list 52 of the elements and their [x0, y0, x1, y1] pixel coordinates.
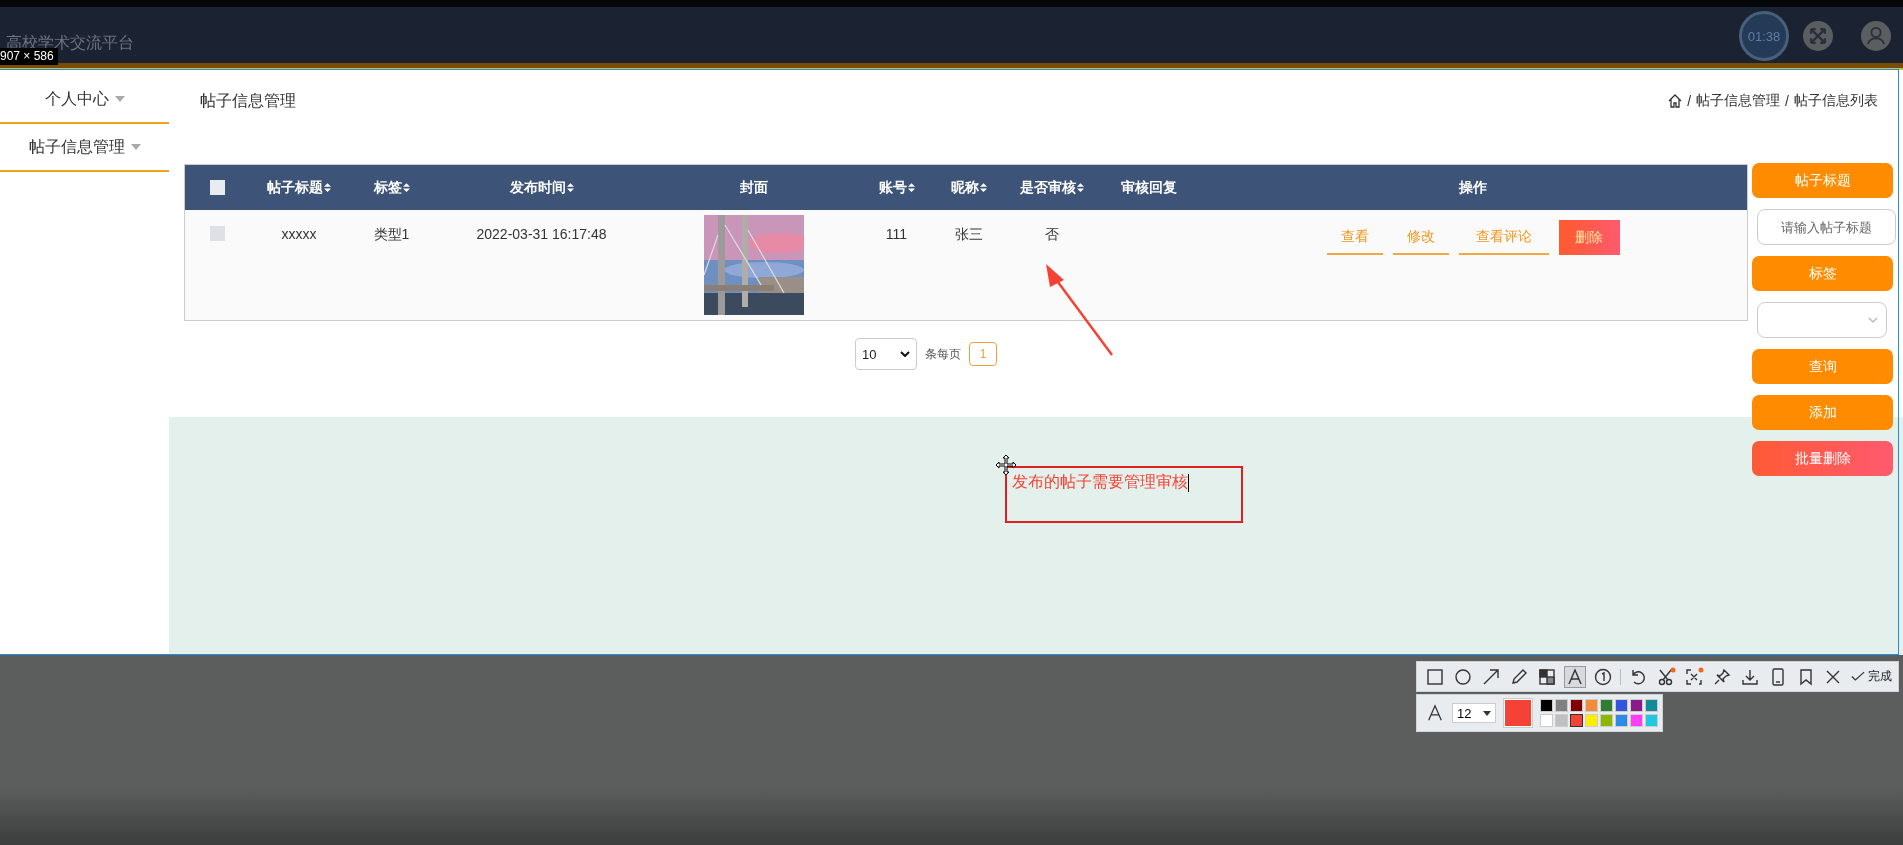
column-header[interactable]: 标签: [373, 178, 402, 197]
sidebar-item[interactable]: 个人中心: [0, 76, 169, 124]
font-icon: [1426, 703, 1444, 723]
move-cursor-icon: [995, 454, 1017, 476]
font-size-select[interactable]: 12: [1452, 703, 1496, 723]
home-icon[interactable]: [1668, 94, 1683, 108]
sidebar-item[interactable]: 帖子信息管理: [0, 124, 169, 172]
sort-icon[interactable]: [907, 183, 915, 192]
dropdown-arrow-icon: [1483, 710, 1491, 716]
column-header[interactable]: 是否审核: [1019, 178, 1076, 197]
column-header[interactable]: 账号: [878, 178, 907, 197]
user-avatar-icon[interactable]: [1861, 21, 1891, 51]
caret-icon: [130, 144, 141, 150]
done-button[interactable]: 完成: [1849, 668, 1894, 685]
timer-badge: 01:38: [1739, 11, 1789, 61]
table-cell: xxxxx: [281, 226, 317, 242]
sort-icon[interactable]: [980, 183, 987, 192]
field-label: 标签: [1752, 256, 1893, 291]
sort-icon[interactable]: [402, 183, 410, 192]
per-page-label: 条每页: [925, 345, 961, 363]
column-header: 操作: [1459, 178, 1487, 197]
table-cell: 张三: [955, 226, 983, 244]
page-size-select[interactable]: 10: [855, 338, 917, 370]
field-label: 帖子标题: [1752, 163, 1893, 198]
caret-icon: [114, 96, 125, 102]
breadcrumb-link[interactable]: 帖子信息管理: [1696, 92, 1781, 110]
table-cell: 111: [885, 226, 908, 242]
sort-icon[interactable]: [566, 183, 574, 192]
text-tool-icon[interactable]: [1564, 665, 1586, 688]
chevron-down-icon: [900, 351, 910, 357]
column-header[interactable]: 昵称: [951, 178, 979, 197]
table-cell: 类型1: [373, 226, 410, 244]
table-cell: 2022-03-31 16:17:48: [476, 226, 607, 242]
color-swatch[interactable]: [1570, 714, 1583, 727]
check-icon: [1851, 671, 1865, 682]
table-cell: 否: [1044, 226, 1059, 244]
column-header: 封面: [740, 178, 768, 197]
capture-size-label: 907 × 586: [0, 48, 58, 65]
breadcrumb-separator: /: [1687, 93, 1692, 109]
select-all-checkbox[interactable]: [209, 180, 225, 195]
fullscreen-icon[interactable]: [1803, 21, 1833, 51]
column-header[interactable]: 发布时间: [509, 178, 566, 197]
row-checkbox[interactable]: [209, 226, 225, 241]
breadcrumb-separator: /: [1785, 93, 1789, 109]
sort-icon[interactable]: [1076, 183, 1084, 192]
column-header: 审核回复: [1121, 178, 1177, 197]
chevron-down-icon: [1868, 317, 1878, 323]
title-search-field[interactable]: 请输入帖子标题: [1757, 209, 1896, 245]
capture-tool-icon[interactable]: [1683, 665, 1705, 688]
page-title: 帖子信息管理: [200, 90, 296, 111]
sort-icon[interactable]: [324, 183, 331, 192]
column-header[interactable]: 帖子标题: [267, 178, 323, 197]
